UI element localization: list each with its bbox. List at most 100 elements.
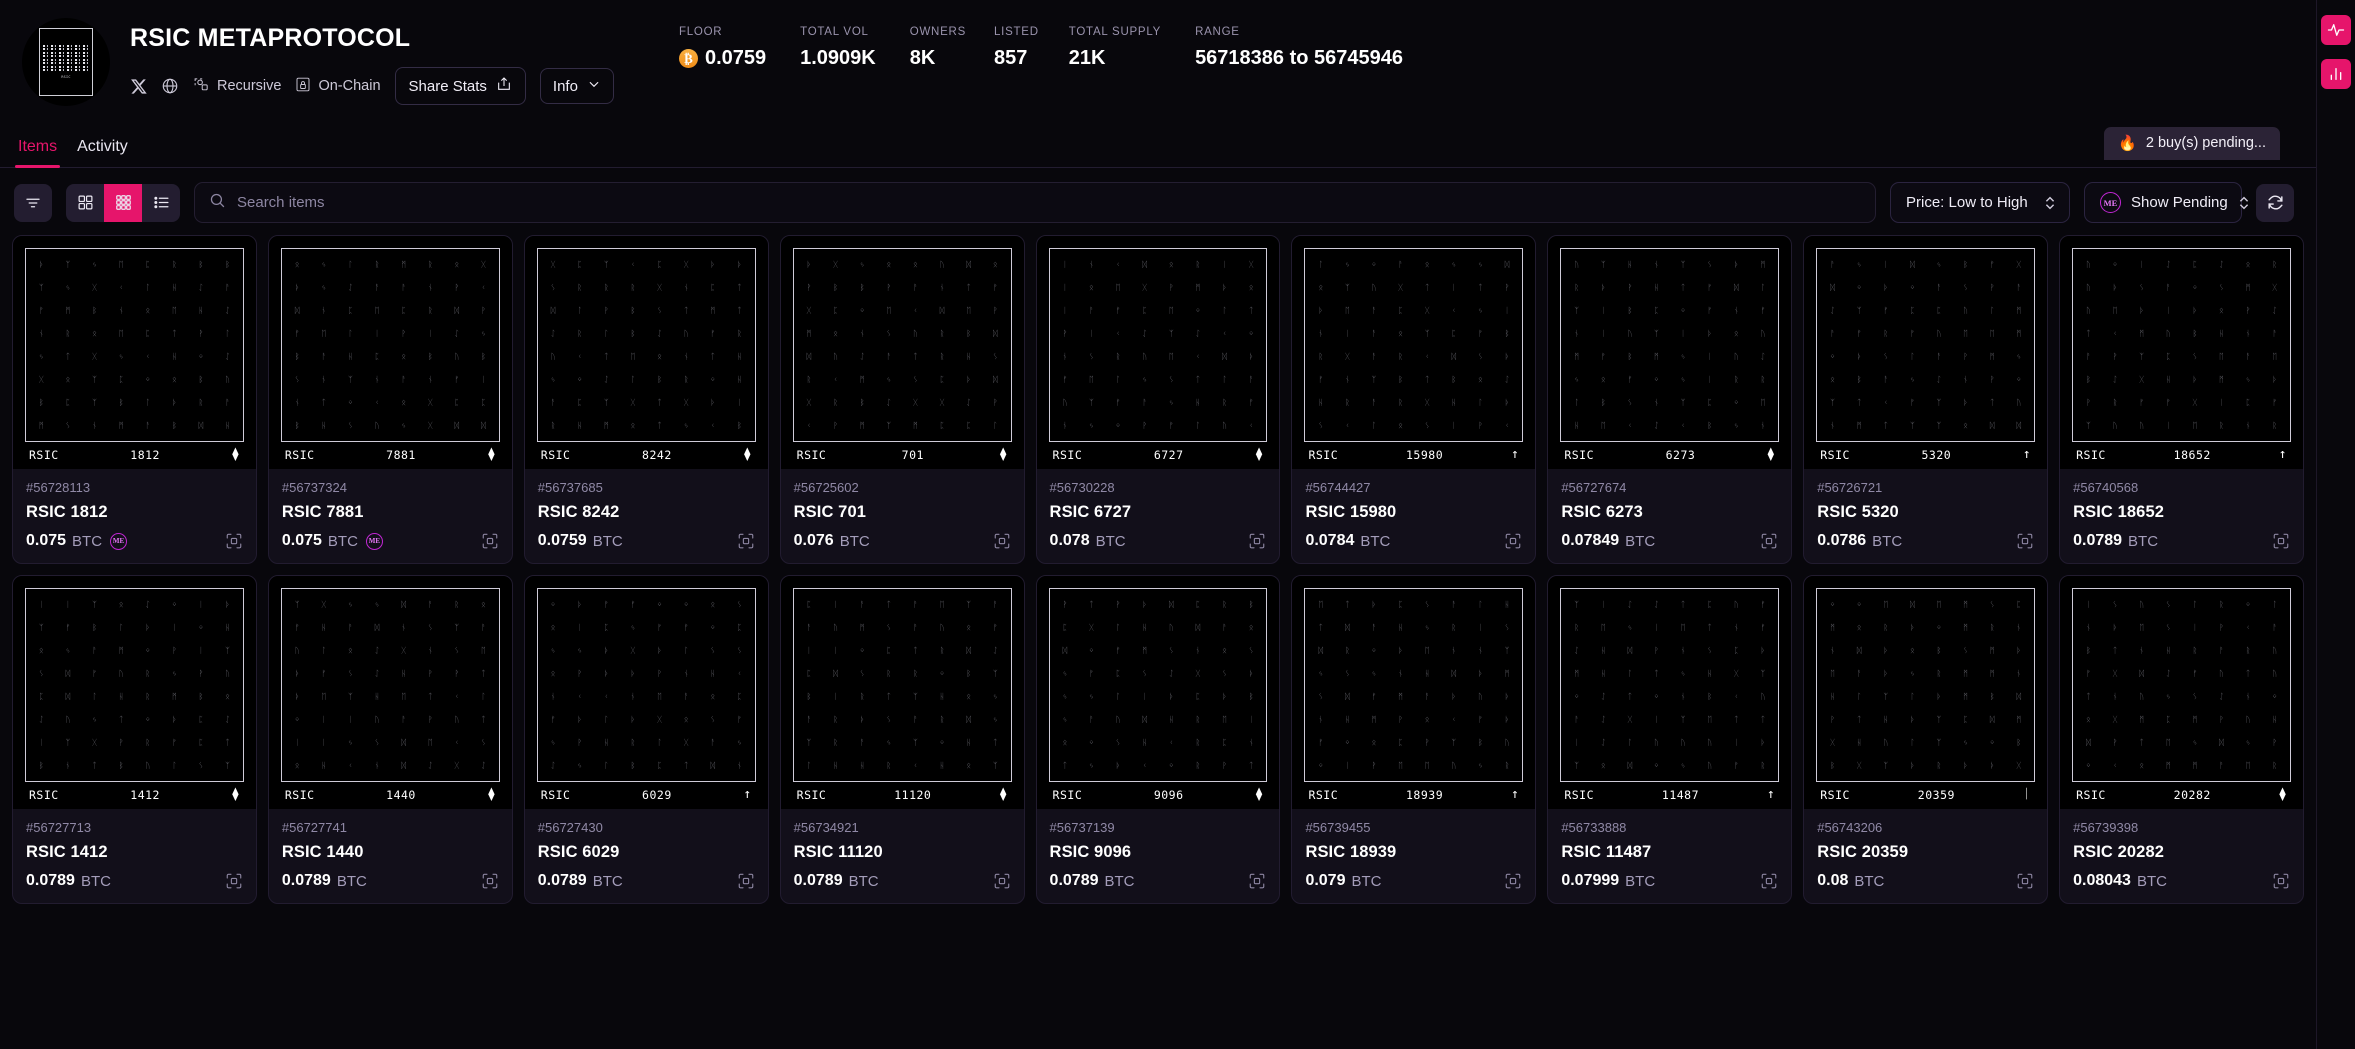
rune-glyph: ᛊ	[375, 739, 380, 747]
grid-small-icon[interactable]	[104, 184, 142, 222]
item-card[interactable]: ᚨᛃᛁᛞᛃᛒᚠᚷᛞᛜᚦᛜᚨᛊᚹᚨᛇᛉᚠᛈᛈᚢᛚᛗᚨᚠᚱᚠᚢᛖᛖᛗᛜᚦᛊᛚᚨᚹᛗᛃ…	[1803, 235, 2048, 564]
rune-glyph: ᛇ	[481, 762, 486, 770]
rune-glyph: ᛃ	[993, 716, 998, 724]
item-card[interactable]: ᛜᚦᚠᚠᛜᛜᛟᛊᛟᛁᛈᛃᚠᚠᛜᛈᛃᛃᚦᚷᚦᛚᛊᛊᛟᚹᚦᚦᚹᚾᚺᚲᚾᚲᚲᚾᛖᚨᛟᛈ…	[524, 575, 769, 904]
grid-large-icon[interactable]	[66, 184, 104, 222]
bar-chart-icon[interactable]	[2321, 59, 2351, 89]
rune-glyph: ᛚ	[993, 422, 998, 430]
rune-glyph: ᚾ	[375, 762, 380, 770]
filter-icon[interactable]	[14, 184, 52, 222]
x-icon[interactable]	[130, 78, 147, 95]
rune-glyph: ᚨ	[1089, 307, 1094, 315]
tab-activity[interactable]: Activity	[67, 138, 138, 167]
rune-glyph: ᚱ	[1116, 353, 1121, 361]
expand-icon[interactable]	[737, 872, 755, 890]
rune-glyph: ᛁ	[737, 399, 742, 407]
rune-glyph: ᛞ	[966, 716, 971, 724]
rune-glyph: ᚢ	[1062, 399, 1067, 407]
item-card[interactable]: ᛁᚾᚲᛞᛟᚱᛁᚷᛁᛟᛖᚷᚹᛗᚦᛟᛁᚨᚠᛈᛖᛜᛚᛏᚹᛁᚲᛇᛉᛇᚲᛜᚾᛊᚱᚢᛖᚲᛞᚦ…	[1036, 235, 1281, 564]
rune-glyph: ᚠ	[2272, 399, 2277, 407]
rune-glyph: ᚲ	[833, 376, 838, 384]
item-card[interactable]: ᛁᛊᚢᛊᛚᚱᛜᛚᚾᚦᛖᛊᛁᚹᚲᚨᛒᛏᚾᚺᚱᚨᚱᚢᚠᚷᛞᛇᚠᚢᛏᚢᛏᚾᚢᛃᛊᛇᚾᛜ…	[2059, 575, 2304, 904]
rune-glyph: ᛖ	[1169, 353, 1174, 361]
refresh-icon[interactable]	[2256, 184, 2294, 222]
item-card[interactable]: ᛖᛏᚦᛈᛊᚨᛚᚺᛏᛞᚨᚺᛃᚱᛁᛊᛞᚱᛜᚦᛖᚾᚾᛉᛃᛊᛃᚾᚺᛞᚦᛗᛊᛞᚠᛗᚨᚦᚢᚦ…	[1291, 575, 1536, 904]
rune-glyph: ᛟ	[1398, 330, 1403, 338]
rune-glyph: ᛚ	[1910, 739, 1915, 747]
rune-glyph: ᚨ	[1372, 353, 1377, 361]
expand-icon[interactable]	[1248, 872, 1266, 890]
rune-glyph: ᚷ	[1089, 624, 1094, 632]
expand-icon[interactable]	[225, 532, 243, 550]
rune-glyph: ᛖ	[321, 330, 326, 338]
expand-icon[interactable]	[1760, 532, 1778, 550]
item-card[interactable]: ᚷᛈᛉᚲᛈᚷᚦᚦᛊᚱᚱᚱᚷᚾᛈᛏᛞᛚᚹᛒᛊᛏᛗᛏᛇᚱᛚᛒᛇᚢᚠᚱᚢᚲᛏᛖᛟᚾᛏᚺ…	[524, 235, 769, 564]
rune-glyph: ᛊ	[1627, 399, 1632, 407]
expand-icon[interactable]	[2272, 532, 2290, 550]
stat-total-vol-value: 1.0909K	[800, 47, 876, 70]
item-card[interactable]: ᛉᚷᛃᛃᛞᚨᚱᛟᚠᚺᚨᛞᚾᛊᛉᚨᚢᛚᛟᛇᚷᚾᛊᛖᚦᚠᛊᛇᚺᚹᚹᛏᚦᛖᛉᚺᛖᛏᚲᛚ…	[268, 575, 513, 904]
rune-glyph: ᛜ	[1116, 422, 1121, 430]
item-card[interactable]: ᚢᛉᚺᚾᛉᛊᚦᛗᚱᚦᚹᚺᛏᚠᛞᛚᛉᛁᛒᛈᛜᚠᚾᚠᚾᛁᚢᛉᛁᚦᛟᚢᛗᚠᛒᛗᛃᛁᚢᛇ…	[1547, 235, 1792, 564]
rune-glyph: ᚠ	[1318, 739, 1323, 747]
rune-glyph: ᛜ	[860, 647, 865, 655]
expand-icon[interactable]	[1504, 872, 1522, 890]
item-card[interactable]: ᛁᛁᛉᛟᛇᛜᛁᚦᛉᚠᛒᛚᚦᛁᛜᚺᛟᛃᚨᛗᛜᚹᛁᛉᛊᛞᚠᚢᚱᛃᚹᚢᛈᛞᛚᚺᚱᛗᛒᛟ…	[12, 575, 257, 904]
list-icon[interactable]	[142, 184, 180, 222]
inscription-number: #56730228	[1050, 480, 1267, 495]
search-box[interactable]	[194, 182, 1876, 223]
sort-select[interactable]: Price: Low to High	[1890, 182, 2070, 223]
rune-glyph: ᛈ	[1195, 693, 1200, 701]
rune-glyph: ᛜ	[1681, 307, 1686, 315]
item-card[interactable]: ᛈᛁᚨᛏᚨᛖᛉᚨᚨᚢᛗᛊᚨᚢᛟᚠᛁᛁᛜᛈᛏᚱᛞᛇᛈᛞᛊᚱᚱᛜᛒᛉᛒᛁᚱᛏᛉᚺᛟᛃ…	[780, 575, 1025, 904]
expand-icon[interactable]	[737, 532, 755, 550]
item-card[interactable]: ᚹᛏᚹᚦᛞᛈᚱᛒᛈᚷᛚᚺᚢᛞᚨᛟᛞᛜᚠᛗᛊᚾᛟᛊᛃᚠᛈᛊᛇᚷᛊᚦᛃᛃᛚᛁᚦᛈᚦᛒ…	[1036, 575, 1281, 904]
pending-buys-badge[interactable]: 🔥 2 buy(s) pending...	[2104, 127, 2280, 160]
search-input[interactable]	[237, 194, 1861, 211]
rune-glyph: ᛏ	[886, 601, 891, 609]
expand-icon[interactable]	[2016, 872, 2034, 890]
rune-glyph: ᚠ	[1761, 601, 1766, 609]
rune-glyph: ᛟ	[1830, 376, 1835, 384]
item-card[interactable]: ᚦᛉᛃᛖᛈᚱᛒᛒᛉᛃᚷᚲᛚᚺᛇᚨᚠᛗᛒᚾᛟᛖᚺᛇᚾᚱᛟᛖᛈᛏᚹᛚᛃᛏᚷᛃᚲᚺᛜᛇ…	[12, 235, 257, 564]
item-card[interactable]: ᚢᛜᛁᛇᛈᛇᛟᚱᚢᚦᛊᚨᛜᛊᛗᚷᚢᛖᚦᛁᚦᛟᚹᛇᛏᚲᛗᚢᛒᚺᚾᚨᚨᚹᛉᛈᛊᛖᚨᛖ…	[2059, 235, 2304, 564]
info-button[interactable]: Info	[540, 68, 614, 104]
rune-glyph: ᚨ	[807, 716, 812, 724]
expand-icon[interactable]	[481, 532, 499, 550]
artwork-label: RSIC5320↑	[1816, 442, 2035, 469]
rune-glyph: ᚠ	[710, 330, 715, 338]
expand-icon[interactable]	[1760, 872, 1778, 890]
rune-glyph: ᛚ	[1627, 739, 1632, 747]
expand-icon[interactable]	[2016, 532, 2034, 550]
activity-pulse-icon[interactable]	[2321, 15, 2351, 45]
tab-items[interactable]: Items	[8, 138, 67, 167]
item-card[interactable]: ᚦᚷᛃᛟᛟᚢᛞᛟᚹᛒᛒᚹᚨᚾᛏᚠᚷᛈᛜᛖᚲᛞᛖᚹᛗᛟᚾᛊᚢᚱᛒᛞᛞᚢᛇᚨᛏᚱᚺᛊ…	[780, 235, 1025, 564]
rune-glyph: ᛇ	[199, 284, 204, 292]
item-card[interactable]: ᛚᛃᛜᚨᛟᛃᛃᛞᛟᛉᚢᚷᛏᛁᛏᚹᚦᛖᚨᛈᚷᚲᛃᛁᚾᛁᚨᛟᛉᛈᚠᛒᚱᚷᚨᚱᚲᛞᛊᚦ…	[1291, 235, 1536, 564]
item-price: 0.0789	[2073, 532, 2122, 550]
expand-icon[interactable]	[481, 872, 499, 890]
expand-icon[interactable]	[225, 872, 243, 890]
item-card[interactable]: ᛟᛃᛚᚱᛗᚱᛟᚷᚦᛃᛇᚨᚨᚾᚹᚲᛞᚾᛈᛖᛈᚱᛞᚹᚠᛖᛚᛁᚹᛁᛇᛃᛒᚨᚺᛈᛟᛒᚢᛒ…	[268, 235, 513, 564]
expand-icon[interactable]	[1248, 532, 1266, 550]
rune-glyph: ᚦ	[1910, 716, 1915, 724]
rune-glyph: ᚱ	[145, 693, 150, 701]
rune-glyph: ᚾ	[860, 330, 865, 338]
rune-glyph: ᛉ	[1372, 376, 1377, 384]
rune-glyph: ᚺ	[172, 284, 177, 292]
expand-icon[interactable]	[2272, 872, 2290, 890]
rune-glyph: ᚾ	[1734, 624, 1739, 632]
expand-icon[interactable]	[993, 532, 1011, 550]
expand-icon[interactable]	[1504, 532, 1522, 550]
pending-select[interactable]: ME Show Pending	[2084, 182, 2242, 223]
share-stats-button[interactable]: Share Stats	[395, 67, 526, 105]
rune-grid: ᛜᛜᛖᛞᛖᛗᛊᛈᛗᛟᚱᚦᛜᛗᚱᚾᚾᛞᚦᛟᛒᛊᛗᚦᛖᚨᚦᛃᚱᛗᛗᚾᚺᛚᛉᛚᚦᛗᛒᛞ…	[1816, 588, 2035, 782]
expand-icon[interactable]	[993, 872, 1011, 890]
item-card[interactable]: ᛉᛁᛇᛇᛏᛈᚢᚠᚱᛖᛃᛁᛖᛏᚾᚠᛇᚺᛞᚹᚾᛊᛈᚦᛗᚺᛚᛏᛃᚺᚷᛉᛜᛇᛏᛜᚾᛒᚲᚢ…	[1547, 575, 1792, 904]
rune-glyph: ᛜ	[2272, 693, 2277, 701]
item-card[interactable]: ᛜᛜᛖᛞᛖᛗᛊᛈᛗᛟᚱᚦᛜᛗᚱᚾᚾᛞᚦᛟᛒᛊᛗᚦᛖᚨᚦᛃᚱᛗᛗᚾᚺᛚᛉᛚᚦᛗᛒᛞ…	[1803, 575, 2048, 904]
rune-glyph: ᛉ	[92, 376, 97, 384]
rune-glyph: ᚦ	[2113, 624, 2118, 632]
globe-icon[interactable]	[161, 77, 179, 95]
rune-glyph: ᛊ	[710, 716, 715, 724]
